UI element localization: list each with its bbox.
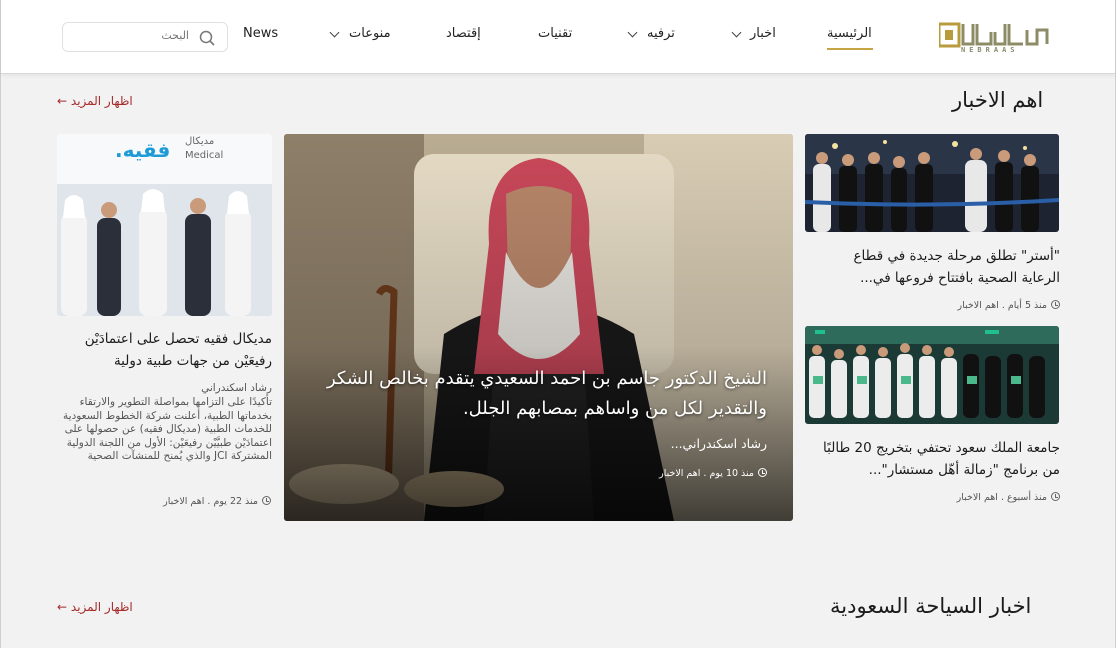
search-box[interactable] (62, 22, 228, 52)
meta-separator: . (998, 300, 1008, 311)
main-story-card[interactable]: الشيخ الدكتور جاسم بن احمد السعيدي يتقدم… (284, 134, 793, 521)
story-time: منذ 10 يوم (709, 468, 754, 479)
nav-misc-chevron-down-icon[interactable] (329, 27, 340, 38)
story-image-medical[interactable]: فقيه. مديكال Medical (57, 134, 272, 316)
ribbon-cutting-photo (805, 134, 1059, 232)
nav-home[interactable]: الرئيسية (827, 26, 872, 41)
clock-icon (758, 468, 767, 477)
nav-misc[interactable]: منوعات (349, 26, 391, 41)
medical-label-arabic: مديكال (185, 136, 215, 147)
clock-icon (1051, 300, 1060, 309)
arrow-left-icon[interactable]: ← (57, 600, 67, 614)
story-time: منذ 5 أيام (1007, 300, 1047, 311)
main-story-author[interactable]: رشاد اسكندراني... (671, 436, 767, 451)
medical-brand-logo: فقيه. (115, 138, 171, 162)
site-logo[interactable]: NEBRAAS (939, 16, 1057, 58)
nav-economy[interactable]: إقتصاد (446, 26, 481, 41)
story-image-ksu[interactable] (805, 326, 1059, 424)
story-time: منذ 22 يوم (213, 496, 258, 507)
story-title-aster[interactable]: "أستر" تطلق مرحلة جديدة في قطاع الرعاية … (820, 245, 1060, 289)
main-story-meta: منذ 10 يوم . اهم الاخبار (659, 468, 767, 479)
main-story-title[interactable]: الشيخ الدكتور جاسم بن احمد السعيدي يتقدم… (297, 364, 767, 424)
logo-subtitle: NEBRAAS (961, 46, 1019, 54)
graduation-photo (805, 326, 1059, 424)
nav-entertainment[interactable]: ترفيه (647, 26, 675, 41)
story-category[interactable]: اهم الاخبار (958, 300, 999, 311)
main-story-photo (284, 134, 793, 521)
story-meta-aster: منذ 5 أيام . اهم الاخبار (958, 300, 1060, 311)
story-category[interactable]: اهم الاخبار (163, 496, 204, 507)
arrow-left-icon[interactable]: ← (57, 94, 67, 108)
top-news-show-more[interactable]: اظهار المزيد ← (57, 94, 133, 108)
nav-news[interactable]: اخبار (750, 26, 776, 41)
story-image-aster[interactable] (805, 134, 1059, 232)
story-title-medical[interactable]: مديكال فقيه تحصل على اعتمادَيْن رفيعَيْن… (57, 328, 272, 372)
story-category[interactable]: اهم الاخبار (957, 492, 998, 503)
nav-active-indicator (827, 48, 873, 50)
page-left-border (0, 0, 1, 648)
search-input[interactable] (79, 29, 189, 42)
story-excerpt-medical: تأكيدًا على التزامها بمواصلة التطوير وال… (63, 396, 272, 462)
show-more-label[interactable]: اظهار المزيد (71, 94, 133, 108)
tourism-show-more[interactable]: اظهار المزيد ← (57, 600, 133, 614)
story-author-medical[interactable]: رشاد اسكندراني (57, 382, 272, 396)
story-meta-ksu: منذ أسبوع . اهم الاخبار (957, 492, 1060, 503)
medical-label-english: Medical (185, 150, 224, 161)
site-header: NEBRAAS الرئيسية اخبار ترفيه تقنيات إقتص… (1, 0, 1115, 74)
clock-icon (1051, 492, 1060, 501)
nav-tech[interactable]: تقنيات (538, 26, 572, 41)
story-title-ksu[interactable]: جامعة الملك سعود تحتفي بتخريج 20 طالبًا … (820, 437, 1060, 481)
tourism-heading: اخبار السياحة السعودية (830, 594, 1032, 618)
story-meta-medical: منذ 22 يوم . اهم الاخبار (163, 496, 271, 507)
nav-news-english[interactable]: News (243, 26, 278, 41)
top-news-heading: اهم الاخبار (952, 88, 1044, 112)
show-more-label[interactable]: اظهار المزيد (71, 600, 133, 614)
story-time: منذ أسبوع (1006, 492, 1047, 503)
search-icon[interactable] (199, 30, 215, 46)
story-category[interactable]: اهم الاخبار (659, 468, 700, 479)
nav-entertainment-chevron-down-icon[interactable] (627, 27, 638, 38)
meta-separator: . (997, 492, 1007, 503)
logo-mark (939, 22, 1049, 48)
clock-icon (262, 496, 271, 505)
nav-news-chevron-down-icon[interactable] (731, 27, 742, 38)
